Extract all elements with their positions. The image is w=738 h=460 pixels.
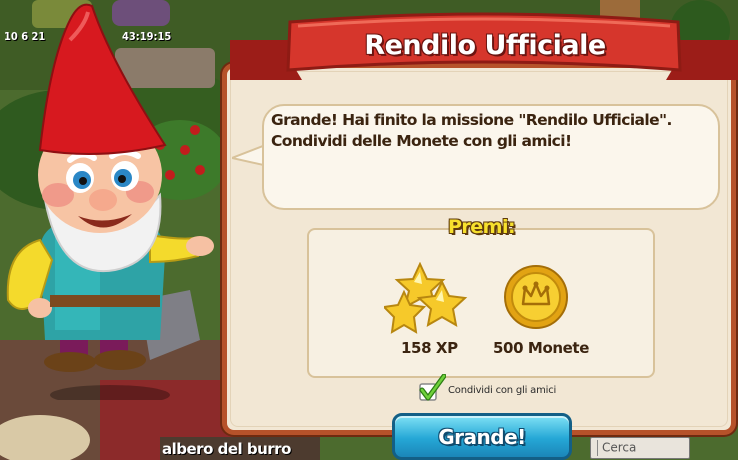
grande-button-label: Grande!: [438, 425, 526, 449]
xp-reward-label: 158 XP: [401, 339, 458, 357]
search-input[interactable]: Cerca: [590, 437, 690, 459]
rewards-title: Premi:: [448, 216, 516, 238]
dialog-title: Rendilo Ufficiale: [364, 30, 606, 61]
xp-stars-icon: [384, 262, 468, 334]
mission-message: Grande! Hai finito la missione "Rendilo …: [271, 111, 672, 150]
share-checkbox-checkmark-icon[interactable]: [416, 374, 446, 402]
gnome-character-illustration: [6, 3, 214, 400]
search-separator: [597, 440, 598, 456]
rewards-panel: [307, 228, 655, 378]
share-with-friends-label[interactable]: Condividi con gli amici: [448, 385, 556, 396]
gold-coin-icon: [504, 265, 568, 329]
coin-reward-label: 500 Monete: [493, 339, 589, 357]
location-label: albero del burro: [160, 437, 320, 460]
grande-confirm-button[interactable]: Grande!: [392, 413, 572, 460]
search-placeholder: Cerca: [602, 440, 637, 455]
